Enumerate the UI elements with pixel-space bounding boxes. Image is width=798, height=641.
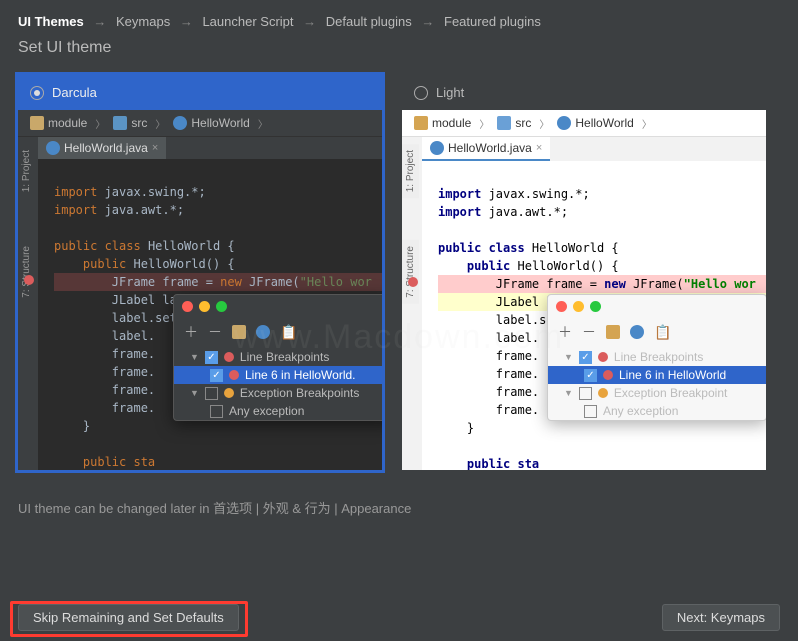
wizard-breadcrumb: UI Themes → Keymaps → Launcher Script → … bbox=[0, 0, 798, 35]
chevron-down-icon: ▼ bbox=[564, 388, 573, 398]
theme-preview-light: module〉 src〉 HelloWorld〉 1: Project 7: S… bbox=[402, 110, 766, 470]
chevron-right-icon: 〉 bbox=[155, 116, 165, 131]
chevron-down-icon: ▼ bbox=[564, 352, 573, 362]
breakpoint-icon bbox=[224, 352, 234, 362]
chevron-right-icon: 〉 bbox=[95, 116, 105, 131]
breadcrumb-step[interactable]: Launcher Script bbox=[202, 14, 293, 29]
theme-label: Light bbox=[436, 85, 464, 100]
window-minimize-icon[interactable] bbox=[573, 301, 584, 312]
theme-option-darcula[interactable]: Darcula module〉 src〉 HelloWorld〉 1: Proj… bbox=[18, 75, 382, 470]
copy-icon[interactable]: 📋 bbox=[280, 324, 297, 341]
breadcrumb-step[interactable]: Default plugins bbox=[326, 14, 412, 29]
window-zoom-icon[interactable] bbox=[590, 301, 601, 312]
breakpoints-popup: ＋ － 📋 ▼Line Breakpoints Line 6 in HelloW… bbox=[547, 294, 766, 421]
breakpoint-icon bbox=[229, 370, 239, 380]
close-icon[interactable]: × bbox=[152, 142, 158, 154]
theme-option-light[interactable]: Light module〉 src〉 HelloWorld〉 1: Projec… bbox=[402, 75, 766, 470]
copy-icon[interactable]: 📋 bbox=[654, 324, 671, 341]
radio-icon[interactable] bbox=[30, 86, 44, 100]
remove-icon[interactable]: － bbox=[208, 322, 222, 342]
chevron-right-icon: → bbox=[93, 14, 106, 29]
skip-defaults-button[interactable]: Skip Remaining and Set Defaults bbox=[18, 604, 239, 631]
tree-row-selected[interactable]: Line 6 in HelloWorld. bbox=[174, 366, 382, 384]
chevron-right-icon: → bbox=[180, 14, 193, 29]
theme-label: Darcula bbox=[52, 85, 97, 100]
checkbox-icon[interactable] bbox=[579, 351, 592, 364]
checkbox-icon[interactable] bbox=[205, 387, 218, 400]
tree-row[interactable]: Any exception bbox=[174, 402, 382, 420]
class-icon[interactable] bbox=[630, 325, 644, 339]
hint-text: UI theme can be changed later in 首选项 | 外… bbox=[0, 470, 798, 525]
chevron-right-icon: → bbox=[303, 14, 316, 29]
folder-icon[interactable] bbox=[606, 325, 620, 339]
breadcrumb-step[interactable]: Featured plugins bbox=[444, 14, 541, 29]
class-icon bbox=[173, 116, 187, 130]
sidebar-tab-project[interactable]: 1: Project bbox=[402, 144, 419, 198]
module-icon bbox=[414, 116, 428, 130]
page-title: Set UI theme bbox=[0, 35, 798, 75]
breadcrumb-step[interactable]: UI Themes bbox=[18, 14, 84, 29]
add-icon[interactable]: ＋ bbox=[184, 322, 198, 342]
next-button[interactable]: Next: Keymaps bbox=[662, 604, 780, 631]
theme-preview-darcula: module〉 src〉 HelloWorld〉 1: Project 7: S… bbox=[18, 110, 382, 470]
radio-icon[interactable] bbox=[414, 86, 428, 100]
close-icon[interactable]: × bbox=[536, 142, 542, 154]
checkbox-icon[interactable] bbox=[210, 369, 223, 382]
nav-breadcrumb: module〉 src〉 HelloWorld〉 bbox=[402, 110, 766, 137]
tree-row[interactable]: ▼Exception Breakpoints bbox=[174, 384, 382, 402]
folder-icon[interactable] bbox=[232, 325, 246, 339]
class-icon bbox=[557, 116, 571, 130]
breakpoint-icon[interactable] bbox=[24, 275, 34, 285]
chevron-down-icon: ▼ bbox=[190, 388, 199, 398]
chevron-right-icon: 〉 bbox=[479, 116, 489, 131]
chevron-right-icon: → bbox=[421, 14, 434, 29]
folder-icon bbox=[497, 116, 511, 130]
exception-icon bbox=[598, 388, 608, 398]
chevron-right-icon: 〉 bbox=[642, 116, 652, 131]
breadcrumb-step[interactable]: Keymaps bbox=[116, 14, 170, 29]
sidebar-tab-structure[interactable]: 7: Structure bbox=[402, 240, 419, 304]
checkbox-icon[interactable] bbox=[584, 369, 597, 382]
tree-row[interactable]: ▼Exception Breakpoint bbox=[548, 384, 766, 402]
window-close-icon[interactable] bbox=[182, 301, 193, 312]
folder-icon bbox=[113, 116, 127, 130]
breakpoints-popup: ＋ － 📋 ▼Line Breakpoints Line 6 in HelloW… bbox=[173, 294, 382, 421]
checkbox-icon[interactable] bbox=[579, 387, 592, 400]
sidebar-tab-project[interactable]: 1: Project bbox=[18, 144, 35, 198]
exception-icon bbox=[224, 388, 234, 398]
breakpoint-icon[interactable] bbox=[408, 277, 418, 287]
checkbox-icon[interactable] bbox=[205, 351, 218, 364]
tree-row[interactable]: Any exception bbox=[548, 402, 766, 420]
checkbox-icon[interactable] bbox=[584, 405, 597, 418]
window-minimize-icon[interactable] bbox=[199, 301, 210, 312]
chevron-right-icon: 〉 bbox=[539, 116, 549, 131]
tree-row[interactable]: ▼Line Breakpoints bbox=[548, 348, 766, 366]
remove-icon[interactable]: － bbox=[582, 322, 596, 342]
class-icon[interactable] bbox=[256, 325, 270, 339]
checkbox-icon[interactable] bbox=[210, 405, 223, 418]
window-zoom-icon[interactable] bbox=[216, 301, 227, 312]
add-icon[interactable]: ＋ bbox=[558, 322, 572, 342]
editor-tab[interactable]: HelloWorld.java × bbox=[38, 137, 166, 159]
chevron-down-icon: ▼ bbox=[190, 352, 199, 362]
editor-tab[interactable]: HelloWorld.java × bbox=[422, 137, 550, 161]
breakpoint-icon bbox=[603, 370, 613, 380]
chevron-right-icon: 〉 bbox=[258, 116, 268, 131]
breakpoint-icon bbox=[598, 352, 608, 362]
module-icon bbox=[30, 116, 44, 130]
sidebar-tab-structure[interactable]: 7: Structure bbox=[18, 240, 35, 304]
tree-row[interactable]: ▼Line Breakpoints bbox=[174, 348, 382, 366]
nav-breadcrumb: module〉 src〉 HelloWorld〉 bbox=[18, 110, 382, 137]
tree-row-selected[interactable]: Line 6 in HelloWorld bbox=[548, 366, 766, 384]
class-icon bbox=[430, 141, 444, 155]
window-close-icon[interactable] bbox=[556, 301, 567, 312]
class-icon bbox=[46, 141, 60, 155]
